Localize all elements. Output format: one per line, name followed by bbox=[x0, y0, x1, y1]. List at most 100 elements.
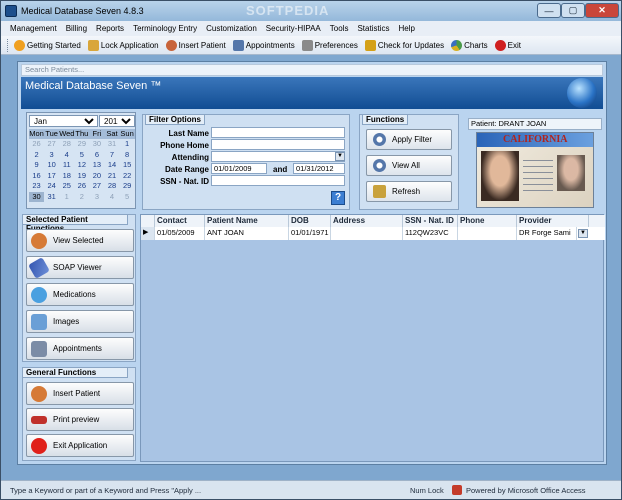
appointments-side-button[interactable]: Appointments bbox=[26, 337, 134, 360]
column-header-ssn[interactable]: SSN - Nat. ID bbox=[403, 215, 458, 227]
menu-security-hipaa[interactable]: Security-HIPAA bbox=[266, 24, 321, 33]
chevron-down-icon[interactable]: ▼ bbox=[578, 229, 588, 238]
calendar-day[interactable]: 5 bbox=[120, 192, 135, 203]
menu-statistics[interactable]: Statistics bbox=[357, 24, 389, 33]
getting-started-button[interactable]: Getting Started bbox=[14, 39, 81, 51]
date-to-field[interactable]: 01/31/2012 bbox=[293, 163, 345, 174]
calendar-day[interactable]: 21 bbox=[104, 171, 119, 182]
chevron-down-icon[interactable]: ▼ bbox=[335, 152, 345, 161]
calendar-day[interactable]: 25 bbox=[59, 181, 74, 192]
maximize-button[interactable]: ▢ bbox=[561, 3, 585, 18]
column-header-patient-name[interactable]: Patient Name bbox=[205, 215, 289, 227]
calendar-day[interactable]: 6 bbox=[89, 150, 104, 161]
view-all-button[interactable]: View All bbox=[366, 155, 452, 176]
insert-patient-button[interactable]: Insert Patient bbox=[165, 39, 226, 51]
phone-home-field[interactable] bbox=[211, 139, 345, 150]
menu-billing[interactable]: Billing bbox=[66, 24, 87, 33]
column-header-provider[interactable]: Provider bbox=[517, 215, 589, 227]
calendar-day[interactable]: 31 bbox=[104, 139, 119, 150]
calendar-day[interactable]: 9 bbox=[29, 160, 44, 171]
calendar-day[interactable]: 29 bbox=[74, 139, 89, 150]
column-header-contact[interactable]: Contact bbox=[155, 215, 205, 227]
menu-terminology-entry[interactable]: Terminology Entry bbox=[133, 24, 197, 33]
view-selected-button[interactable]: View Selected bbox=[26, 229, 134, 252]
exit-button[interactable]: Exit bbox=[494, 39, 521, 51]
calendar-day[interactable]: 26 bbox=[29, 139, 44, 150]
cell-contact[interactable]: 01/05/2009 bbox=[155, 227, 205, 240]
calendar-day[interactable]: 23 bbox=[29, 181, 44, 192]
calendar-day[interactable]: 3 bbox=[89, 192, 104, 203]
month-select[interactable]: Jan bbox=[29, 115, 98, 127]
calendar-day[interactable]: 20 bbox=[89, 171, 104, 182]
calendar-day[interactable]: 27 bbox=[44, 139, 59, 150]
calendar-day[interactable]: 1 bbox=[59, 192, 74, 203]
exit-application-button[interactable]: Exit Application bbox=[26, 434, 134, 457]
calendar-day[interactable]: 15 bbox=[120, 160, 135, 171]
calendar-day[interactable]: 17 bbox=[44, 171, 59, 182]
table-row[interactable]: ▶ 01/05/2009 ANT JOAN 01/01/1971 112QW23… bbox=[141, 227, 605, 240]
cell-patient-name[interactable]: ANT JOAN bbox=[205, 227, 289, 240]
appointments-button[interactable]: Appointments bbox=[232, 39, 295, 51]
calendar-day[interactable]: 10 bbox=[44, 160, 59, 171]
preferences-button[interactable]: Preferences bbox=[301, 39, 358, 51]
lock-application-button[interactable]: Lock Application bbox=[87, 39, 159, 51]
column-header-dob[interactable]: DOB bbox=[289, 215, 331, 227]
calendar-day[interactable]: 2 bbox=[74, 192, 89, 203]
cell-dob[interactable]: 01/01/1971 bbox=[289, 227, 331, 240]
calendar-day[interactable]: 11 bbox=[59, 160, 74, 171]
calendar-day[interactable]: 30 bbox=[89, 139, 104, 150]
calendar-day[interactable]: 30 bbox=[29, 191, 45, 202]
calendar-day[interactable]: 28 bbox=[104, 181, 119, 192]
calendar-day[interactable]: 18 bbox=[59, 171, 74, 182]
column-header-address[interactable]: Address bbox=[331, 215, 403, 227]
ssn-field[interactable] bbox=[211, 175, 345, 186]
help-icon[interactable]: ? bbox=[331, 191, 345, 205]
calendar-day[interactable]: 16 bbox=[29, 171, 44, 182]
calendar-day[interactable]: 14 bbox=[104, 160, 119, 171]
row-selector[interactable]: ▶ bbox=[141, 227, 155, 240]
year-select[interactable]: 2012 bbox=[99, 115, 135, 127]
cell-phone[interactable] bbox=[458, 227, 517, 240]
calendar-day[interactable]: 1 bbox=[120, 139, 135, 150]
calendar-day[interactable]: 4 bbox=[104, 192, 119, 203]
minimize-button[interactable]: — bbox=[537, 3, 561, 18]
medications-button[interactable]: Medications bbox=[26, 283, 134, 306]
calendar-day[interactable]: 4 bbox=[59, 150, 74, 161]
soap-viewer-button[interactable]: SOAP Viewer bbox=[26, 256, 134, 279]
calendar-day[interactable]: 24 bbox=[44, 181, 59, 192]
calendar-day[interactable]: 12 bbox=[74, 160, 89, 171]
calendar-day[interactable]: 2 bbox=[29, 150, 44, 161]
check-updates-button[interactable]: Check for Updates bbox=[364, 39, 444, 51]
calendar-day[interactable]: 3 bbox=[44, 150, 59, 161]
last-name-field[interactable] bbox=[211, 127, 345, 138]
calendar-day[interactable]: 5 bbox=[74, 150, 89, 161]
calendar-day[interactable]: 31 bbox=[44, 192, 59, 203]
calendar-day[interactable]: 19 bbox=[74, 171, 89, 182]
calendar-day[interactable]: 22 bbox=[120, 171, 135, 182]
apply-filter-button[interactable]: Apply Filter bbox=[366, 129, 452, 150]
toolbar-grip[interactable] bbox=[7, 38, 10, 52]
refresh-button[interactable]: Refresh bbox=[366, 181, 452, 202]
cell-provider[interactable]: DR Forge Sami bbox=[517, 227, 577, 240]
print-preview-button[interactable]: Print preview bbox=[26, 408, 134, 431]
calendar-day[interactable]: 28 bbox=[59, 139, 74, 150]
menu-reports[interactable]: Reports bbox=[96, 24, 124, 33]
insert-patient-side-button[interactable]: Insert Patient bbox=[26, 382, 134, 405]
menu-help[interactable]: Help bbox=[398, 24, 414, 33]
calendar-day[interactable]: 29 bbox=[120, 181, 135, 192]
attending-select[interactable] bbox=[211, 151, 345, 162]
images-button[interactable]: Images bbox=[26, 310, 134, 333]
cell-ssn[interactable]: 112QW23VC bbox=[403, 227, 458, 240]
calendar-day[interactable]: 27 bbox=[89, 181, 104, 192]
cell-address[interactable] bbox=[331, 227, 403, 240]
date-from-field[interactable]: 01/01/2009 bbox=[211, 163, 267, 174]
search-input[interactable]: Search Patients... bbox=[21, 64, 603, 76]
column-header-phone[interactable]: Phone bbox=[458, 215, 517, 227]
calendar-day[interactable]: 7 bbox=[104, 150, 119, 161]
menu-management[interactable]: Management bbox=[10, 24, 57, 33]
menu-tools[interactable]: Tools bbox=[330, 24, 349, 33]
calendar-day[interactable]: 8 bbox=[120, 150, 135, 161]
calendar-day[interactable]: 13 bbox=[89, 160, 104, 171]
close-button[interactable]: ✕ bbox=[585, 3, 619, 18]
calendar-day[interactable]: 26 bbox=[74, 181, 89, 192]
